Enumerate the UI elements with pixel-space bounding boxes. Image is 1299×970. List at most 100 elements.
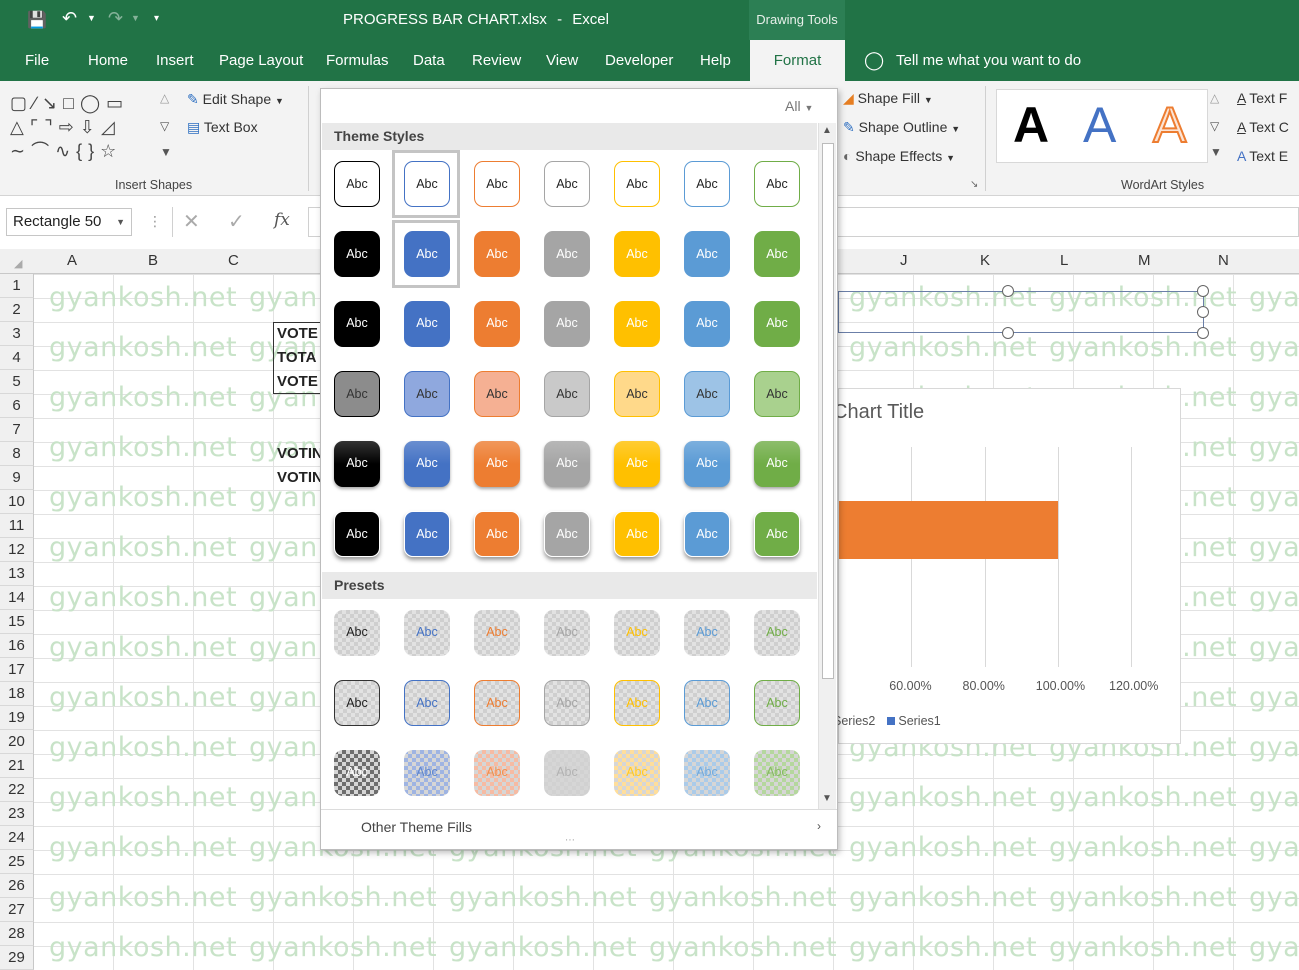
shape-fill-button[interactable]: ◢ Shape Fill ▼ [843,90,933,107]
preset-style-swatch[interactable]: Abc [684,610,730,656]
theme-style-swatch[interactable]: Abc [684,511,730,557]
tab-page-layout[interactable]: Page Layout [219,52,303,69]
wordart-scroll-down-icon[interactable]: ▽ [1210,119,1219,133]
theme-style-swatch[interactable]: Abc [684,441,730,487]
theme-style-swatch[interactable]: Abc [754,161,800,207]
shape-outline-button[interactable]: ✎ Shape Outline ▼ [843,119,960,136]
tab-help[interactable]: Help [700,52,731,69]
column-header-m[interactable]: M [1138,252,1151,269]
preset-style-swatch[interactable]: Abc [614,610,660,656]
scroll-down-icon[interactable]: ▼ [822,793,832,804]
text-outline-button[interactable]: A Text C [1237,119,1289,135]
theme-style-swatch[interactable]: Abc [474,511,520,557]
shapes-row-3[interactable]: ∼⌒∿{}☆ [10,139,158,163]
column-header-k[interactable]: K [980,252,990,269]
cell-c4[interactable]: TOTA [277,349,316,366]
cell-c8[interactable]: VOTIN [277,445,323,462]
preset-style-swatch[interactable]: Abc [544,750,590,796]
column-header-c[interactable]: C [228,252,239,269]
preset-style-swatch[interactable]: Abc [684,680,730,726]
preset-style-swatch[interactable]: Abc [544,680,590,726]
tab-view[interactable]: View [546,52,578,69]
tab-format[interactable]: Format [750,40,845,81]
wordart-style-blue[interactable]: A [1083,97,1116,153]
resize-handle[interactable] [1002,285,1014,297]
column-header-a[interactable]: A [67,252,77,269]
theme-style-swatch[interactable]: Abc [544,231,590,277]
preset-style-swatch[interactable]: Abc [614,680,660,726]
theme-style-swatch[interactable]: Abc [404,441,450,487]
preset-style-swatch[interactable]: Abc [754,680,800,726]
text-fill-button[interactable]: A Text F [1237,90,1287,106]
undo-icon[interactable]: ↶ [62,8,77,29]
shapes-row-2[interactable]: △⌜⌝⇨⇩◿ [10,115,158,139]
shapes-gallery[interactable]: ▢∕↘□◯▭ △⌜⌝⇨⇩◿ ∼⌒∿{}☆ [10,91,158,165]
preset-style-swatch[interactable]: Abc [474,680,520,726]
resize-handle[interactable] [1197,306,1209,318]
preset-style-swatch[interactable]: Abc [474,750,520,796]
chart-area[interactable]: Chart Title 60.00% 80.00% 100.00% 120.00% S… [833,388,1181,744]
save-icon[interactable]: 💾 [27,10,47,30]
theme-style-swatch[interactable]: Abc [614,441,660,487]
edit-shape-button[interactable]: ✎ Edit Shape ▼ [187,91,284,108]
preset-style-swatch[interactable]: Abc [754,610,800,656]
scroll-thumb[interactable] [822,143,834,679]
tab-formulas[interactable]: Formulas [326,52,389,69]
preset-style-swatch[interactable]: Abc [614,750,660,796]
plot-area[interactable] [839,447,1179,667]
wordart-style-black[interactable]: A [1013,97,1049,153]
theme-style-swatch[interactable]: Abc [544,441,590,487]
shapes-row-1[interactable]: ▢∕↘□◯▭ [10,91,158,115]
preset-style-swatch[interactable]: Abc [474,610,520,656]
cancel-icon[interactable]: ✕ [183,209,200,234]
bar-series2[interactable] [839,501,1058,559]
tab-developer[interactable]: Developer [605,52,673,69]
theme-style-swatch[interactable]: Abc [614,511,660,557]
preset-style-swatch[interactable]: Abc [334,680,380,726]
theme-style-swatch[interactable]: Abc [474,441,520,487]
select-all-icon[interactable]: ◢ [14,257,22,270]
preset-style-swatch[interactable]: Abc [334,610,380,656]
resize-handle[interactable] [1002,327,1014,339]
wordart-style-orange-outline[interactable]: A [1152,96,1187,154]
theme-style-swatch[interactable]: Abc [684,371,730,417]
tab-review[interactable]: Review [472,52,521,69]
theme-style-swatch[interactable]: Abc [334,371,380,417]
column-header-j[interactable]: J [900,252,908,269]
resize-handle[interactable] [1197,327,1209,339]
text-box-button[interactable]: ▤ Text Box [187,119,258,136]
selected-rectangle-shape[interactable] [838,291,1204,333]
preset-style-swatch[interactable]: Abc [544,610,590,656]
scroll-up-icon[interactable]: ▲ [822,125,832,136]
wordart-scroll-up-icon[interactable]: △ [1210,91,1219,105]
other-theme-fills-menu[interactable]: Other Theme Fills [361,819,472,835]
theme-style-swatch[interactable]: Abc [614,231,660,277]
gallery-scrollbar[interactable]: ▲ ▼ [818,123,836,809]
customize-qat-icon[interactable]: ▾ [154,13,159,24]
theme-style-swatch[interactable]: Abc [404,511,450,557]
theme-style-swatch[interactable]: Abc [404,301,450,347]
theme-style-swatch[interactable]: Abc [544,161,590,207]
shapes-scroll-down-icon[interactable]: ▽ [160,119,169,133]
theme-style-swatch[interactable]: Abc [544,301,590,347]
preset-style-swatch[interactable]: Abc [404,680,450,726]
theme-style-swatch[interactable]: Abc [404,371,450,417]
theme-style-swatch[interactable]: Abc [544,511,590,557]
theme-style-swatch[interactable]: Abc [614,301,660,347]
dialog-launcher-icon[interactable]: ↘ [970,179,978,190]
resize-grip-icon[interactable]: ⋯ [565,835,576,846]
theme-style-swatch[interactable]: Abc [684,301,730,347]
preset-style-swatch[interactable]: Abc [684,750,730,796]
theme-style-swatch[interactable]: Abc [684,231,730,277]
theme-style-swatch[interactable]: Abc [754,231,800,277]
theme-style-swatch[interactable]: Abc [334,301,380,347]
chart-legend[interactable]: Series2 Series1 [833,714,941,728]
enter-icon[interactable]: ✓ [228,209,245,234]
theme-style-swatch[interactable]: Abc [754,371,800,417]
cell-c9[interactable]: VOTIN [277,469,323,486]
text-effects-button[interactable]: A Text E [1237,148,1288,164]
theme-style-swatch[interactable]: Abc [754,301,800,347]
preset-style-swatch[interactable]: Abc [334,750,380,796]
shapes-more-icon[interactable]: ▼ [160,145,172,159]
theme-style-swatch[interactable]: Abc [334,441,380,487]
